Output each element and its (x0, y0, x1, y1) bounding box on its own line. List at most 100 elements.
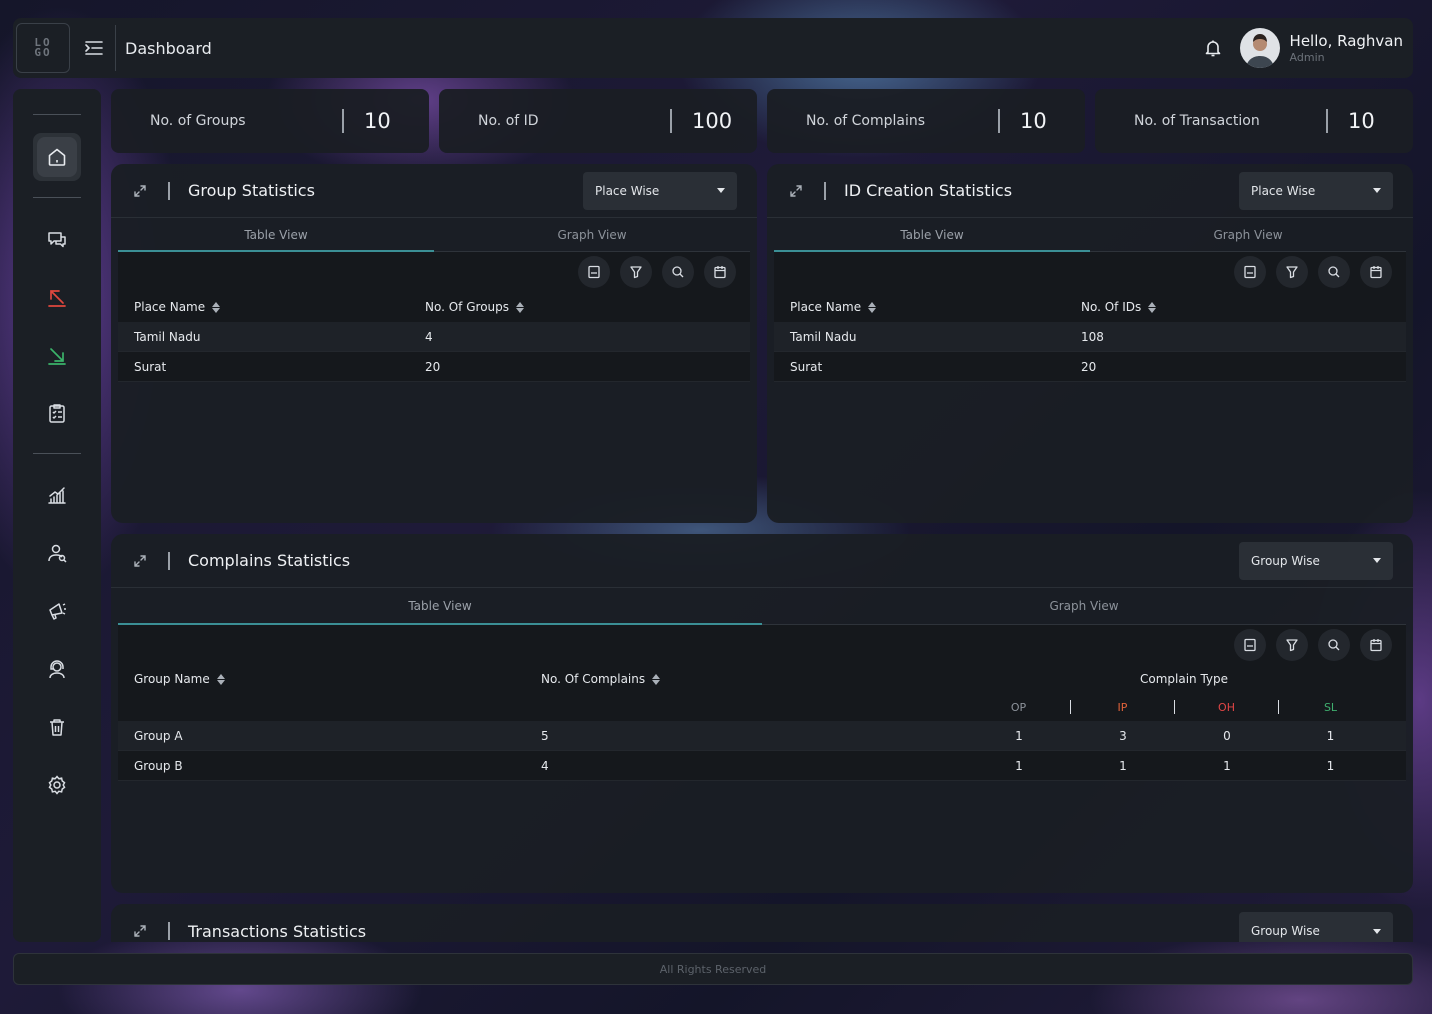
settings-icon (48, 775, 66, 795)
column-header[interactable]: Group Name (118, 672, 541, 686)
column-header[interactable]: No. Of IDs (1081, 300, 1157, 314)
user-greeting[interactable]: Hello, Raghvan Admin (1290, 32, 1403, 64)
sidebar-item-analytics[interactable] (33, 471, 81, 519)
column-header[interactable]: Place Name (118, 300, 425, 314)
search-button[interactable] (1318, 256, 1350, 288)
table-header-row: Place Name No. Of Groups (118, 292, 750, 322)
notification-bell-icon[interactable] (1203, 38, 1223, 58)
dropdown-value: Group Wise (1251, 553, 1320, 568)
users-icon (48, 544, 67, 563)
sort-icon (216, 673, 225, 685)
table-row[interactable]: Group B 4 1 1 1 1 (118, 751, 1406, 781)
tab-graph-view[interactable]: Graph View (1090, 218, 1406, 251)
stat-label: No. of Transaction (1134, 113, 1260, 129)
group-by-dropdown[interactable]: Group Wise (1239, 541, 1393, 580)
sort-icon (212, 301, 221, 313)
table-cell: 3 (1119, 728, 1127, 743)
table-row[interactable]: Tamil Nadu 4 (118, 322, 750, 352)
tab-table-view[interactable]: Table View (118, 588, 762, 625)
stat-card-ids[interactable]: No. of ID 100 (439, 89, 757, 153)
sidebar-item-outgoing[interactable] (33, 273, 81, 321)
sidebar-item-settings[interactable] (33, 761, 81, 809)
filter-button[interactable] (620, 256, 652, 288)
stat-card-transactions[interactable]: No. of Transaction 10 (1095, 89, 1413, 153)
tab-table-view[interactable]: Table View (774, 218, 1090, 252)
filter-button[interactable] (1276, 256, 1308, 288)
dropdown-value: Place Wise (595, 183, 660, 198)
sidebar-item-home[interactable] (33, 133, 81, 181)
expand-icon[interactable] (132, 553, 148, 569)
search-button[interactable] (1318, 629, 1350, 661)
stat-divider (1326, 109, 1328, 133)
export-csv-button[interactable] (1234, 629, 1266, 661)
tab-graph-view[interactable]: Graph View (762, 588, 1406, 624)
filter-button[interactable] (1276, 629, 1308, 661)
column-header[interactable]: Place Name (774, 300, 1081, 314)
data-table: Place Name No. Of IDs Tamil Nadu 108 Sur… (774, 252, 1406, 382)
filter-icon (630, 266, 642, 279)
column-label: Place Name (790, 300, 862, 314)
calendar-button[interactable] (1360, 629, 1392, 661)
sidebar-item-chat[interactable] (33, 215, 81, 263)
table-cell: Surat (134, 359, 167, 374)
table-cell: 20 (425, 359, 441, 374)
stat-label: No. of Complains (806, 113, 926, 129)
stat-card-groups[interactable]: No. of Groups 10 (111, 89, 429, 153)
avatar[interactable] (1239, 28, 1280, 68)
table-row[interactable]: Surat 20 (774, 352, 1406, 382)
column-header[interactable]: No. Of Groups (425, 300, 525, 314)
tab-graph-view[interactable]: Graph View (434, 218, 750, 251)
group-by-dropdown[interactable]: Place Wise (583, 171, 737, 210)
sidebar (13, 89, 101, 942)
card-title: Transactions Statistics (188, 921, 367, 941)
caret-down-icon (1373, 188, 1381, 193)
sidebar-item-users[interactable] (33, 529, 81, 577)
expand-icon[interactable] (132, 923, 148, 939)
card-header: ID Creation Statistics Place Wise (767, 164, 1413, 218)
arrow-up-left-icon (48, 290, 66, 307)
view-tabs: Table View Graph View (118, 588, 1406, 625)
export-csv-button[interactable] (1234, 256, 1266, 288)
tab-table-view[interactable]: Table View (118, 218, 434, 252)
complain-type-subheader: OP IP OH SL (118, 693, 1406, 721)
table-toolbar (118, 625, 1406, 665)
sidebar-item-announcements[interactable] (33, 587, 81, 635)
search-button[interactable] (662, 256, 694, 288)
expand-icon[interactable] (132, 183, 148, 199)
menu-toggle-icon[interactable] (84, 38, 104, 58)
export-csv-button[interactable] (578, 256, 610, 288)
support-agent-icon (49, 660, 65, 679)
megaphone-icon (49, 603, 66, 620)
column-header[interactable]: No. Of Complains (541, 672, 967, 686)
data-table: Group Name No. Of Complains Complain Typ… (118, 625, 1406, 781)
table-cell: 1 (1015, 728, 1023, 743)
trash-icon (50, 719, 64, 736)
sidebar-item-incoming[interactable] (33, 331, 81, 379)
stat-label: No. of ID (478, 113, 539, 129)
sidebar-item-support[interactable] (33, 645, 81, 693)
sidebar-item-reports[interactable] (33, 389, 81, 437)
logo[interactable]: LO GO (16, 23, 70, 73)
column-label: Place Name (134, 300, 206, 314)
stat-card-complains[interactable]: No. of Complains 10 (767, 89, 1085, 153)
table-toolbar (118, 252, 750, 292)
calendar-button[interactable] (1360, 256, 1392, 288)
stat-value: 10 (1020, 109, 1047, 133)
top-right-group: Hello, Raghvan Admin (1203, 28, 1413, 68)
table-row[interactable]: Tamil Nadu 108 (774, 322, 1406, 352)
table-cell: 1 (1326, 758, 1335, 773)
calendar-icon (1370, 266, 1382, 279)
table-row[interactable]: Group A 5 1 3 0 1 (118, 721, 1406, 751)
group-by-dropdown[interactable]: Group Wise (1239, 912, 1393, 942)
sidebar-item-trash[interactable] (33, 703, 81, 751)
group-by-dropdown[interactable]: Place Wise (1239, 171, 1393, 210)
dropdown-value: Place Wise (1251, 183, 1316, 198)
search-icon (1328, 639, 1340, 651)
header-divider (168, 181, 170, 200)
table-row[interactable]: Surat 20 (118, 352, 750, 382)
expand-icon[interactable] (788, 183, 804, 199)
sort-icon (1148, 301, 1157, 313)
calendar-button[interactable] (704, 256, 736, 288)
calendar-icon (1370, 639, 1382, 652)
stat-divider (342, 109, 344, 133)
